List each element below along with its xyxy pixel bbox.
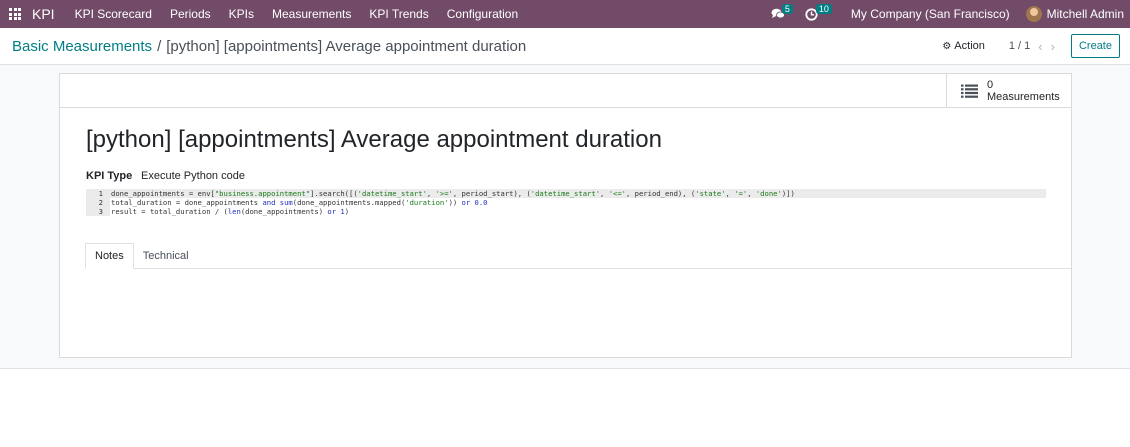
python-code-editor[interactable]: 1 done_appointments = env["business.appo… <box>86 189 1046 216</box>
control-panel: Basic Measurements / [python] [appointment… <box>0 28 1130 65</box>
top-navbar: KPI KPI Scorecard Periods KPIs Measureme… <box>0 0 1130 28</box>
kpi-type-value[interactable]: Execute Python code <box>141 170 245 182</box>
line-number: 2 <box>86 198 110 207</box>
code-line: 2 total_duration = done_appointments and… <box>86 198 1046 207</box>
measurements-label: Measurements <box>987 90 1060 103</box>
line-number: 3 <box>86 207 110 216</box>
activities-count-badge: 10 <box>815 4 832 14</box>
breadcrumb: Basic Measurements / [python] [appointment… <box>12 38 526 55</box>
chevron-right-icon[interactable]: › <box>1051 39 1055 54</box>
measurements-count: 0 <box>987 78 994 91</box>
activities-button[interactable]: 10 <box>805 4 832 22</box>
notebook-tabs: Notes Technical <box>85 243 1071 269</box>
kpi-type-field: KPI Type Execute Python code <box>86 170 245 182</box>
menu-configuration[interactable]: Configuration <box>447 7 518 21</box>
code-text: done_appointments = env["business.appoin… <box>111 189 795 198</box>
form-view: 0 Measurements [python] [appointments] A… <box>0 65 1130 369</box>
menu-kpi-trends[interactable]: KPI Trends <box>369 7 428 21</box>
code-text: total_duration = done_appointments and s… <box>111 198 488 207</box>
form-sheet: 0 Measurements [python] [appointments] A… <box>59 73 1072 358</box>
gear-icon: ⚙ <box>942 40 952 52</box>
list-icon <box>961 84 978 98</box>
record-title[interactable]: [python] [appointments] Average appointm… <box>86 126 662 154</box>
breadcrumb-separator: / <box>157 37 162 55</box>
create-button[interactable]: Create <box>1070 34 1120 58</box>
action-label: Action <box>954 40 985 52</box>
kpi-type-label: KPI Type <box>86 170 133 182</box>
user-menu[interactable]: Mitchell Admin <box>1047 7 1124 21</box>
user-avatar[interactable] <box>1025 6 1042 22</box>
pager-value[interactable]: 1 / 1 <box>1009 40 1030 52</box>
messages-count-badge: 5 <box>781 4 793 14</box>
action-menu-button[interactable]: ⚙ Action <box>942 40 985 52</box>
apps-menu-icon[interactable] <box>9 8 21 20</box>
messages-button[interactable]: 5 <box>771 4 793 22</box>
tab-notes[interactable]: Notes <box>85 243 134 269</box>
code-text: result = total_duration / (len(done_appo… <box>111 207 350 216</box>
smart-button-box: 0 Measurements <box>60 74 1071 108</box>
chevron-left-icon[interactable]: ‹ <box>1038 39 1042 54</box>
menu-kpis[interactable]: KPIs <box>229 7 254 21</box>
line-number: 1 <box>86 189 110 198</box>
measurements-smart-button[interactable]: 0 Measurements <box>946 74 1071 107</box>
company-switcher[interactable]: My Company (San Francisco) <box>851 7 1010 21</box>
breadcrumb-parent-link[interactable]: Basic Measurements <box>12 38 152 55</box>
menu-measurements[interactable]: Measurements <box>272 7 351 21</box>
code-line: 1 done_appointments = env["business.appo… <box>86 189 1046 198</box>
menu-periods[interactable]: Periods <box>170 7 211 21</box>
breadcrumb-current: [python] [appointments] Average appointm… <box>166 37 527 55</box>
app-brand[interactable]: KPI <box>32 6 55 22</box>
menu-kpi-scorecard[interactable]: KPI Scorecard <box>75 7 152 21</box>
code-line: 3 result = total_duration / (len(done_ap… <box>86 207 1046 216</box>
tab-technical[interactable]: Technical <box>134 243 198 269</box>
